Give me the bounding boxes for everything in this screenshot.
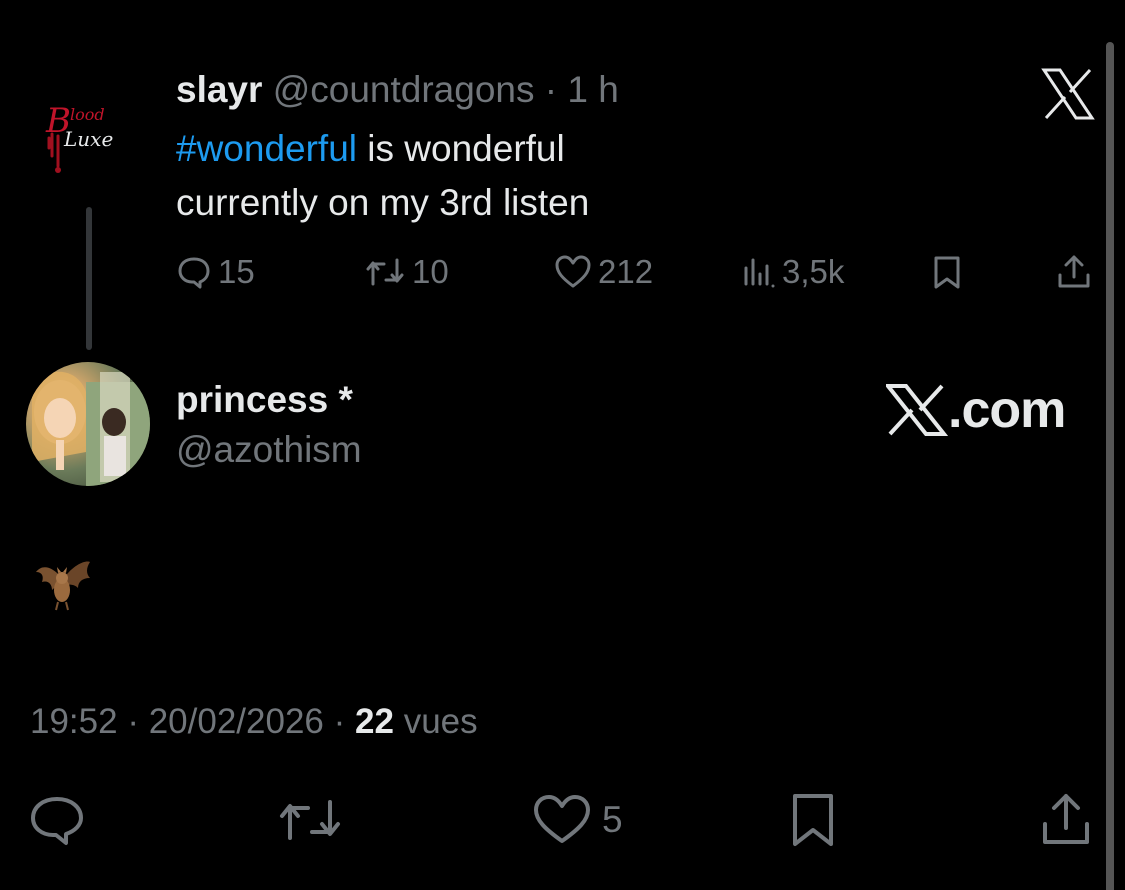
- bookmark-metric[interactable]: [930, 250, 964, 294]
- reply-button[interactable]: [28, 790, 86, 850]
- bookmark-button[interactable]: [788, 790, 838, 850]
- views-metric[interactable]: 3,5k: [742, 250, 844, 294]
- like-count: 5: [602, 799, 623, 840]
- reply-icon: [31, 797, 83, 845]
- bookmark-icon: [793, 794, 833, 846]
- x-logo-large-icon: [886, 384, 948, 436]
- repost-button[interactable]: [276, 790, 344, 850]
- timestamp-separator-1: ·: [127, 702, 139, 741]
- share-button[interactable]: [1040, 790, 1092, 850]
- parent-text-line2: currently on my 3rd listen: [176, 182, 590, 223]
- parent-display-name[interactable]: slayr: [176, 69, 262, 110]
- reply-metric[interactable]: 15: [176, 250, 255, 294]
- heart-icon: [534, 795, 590, 843]
- reply-handle[interactable]: @azothism: [176, 428, 362, 472]
- analytics-icon: [744, 258, 775, 288]
- svg-text:lood: lood: [70, 105, 105, 124]
- timestamp-date[interactable]: 20/02/2026: [149, 702, 324, 741]
- views-count: 3,5k: [782, 253, 845, 290]
- repost-icon: [280, 800, 340, 840]
- parent-tweet-header: slayr @countdragons · 1 h: [176, 68, 619, 112]
- scrollbar[interactable]: [1106, 42, 1114, 890]
- parent-separator: ·: [544, 69, 558, 110]
- views-label: vues: [403, 702, 478, 741]
- repost-count: 10: [412, 253, 449, 290]
- views-count-value[interactable]: 22: [355, 702, 394, 741]
- x-com-text: .com: [948, 381, 1066, 439]
- reply-actions-row: 5: [0, 790, 1125, 850]
- x-logo-icon: [1040, 68, 1096, 120]
- reply-display-name[interactable]: princess *: [176, 378, 353, 422]
- thread-connector-line: [86, 207, 92, 350]
- parent-metrics-row: 15 10 212 3,5k: [176, 250, 1096, 294]
- bat-emoji-icon: [34, 556, 92, 614]
- share-icon: [1058, 255, 1090, 288]
- timestamp-time[interactable]: 19:52: [30, 702, 118, 741]
- parent-handle[interactable]: @countdragons: [273, 69, 535, 110]
- like-count: 212: [598, 253, 654, 290]
- repost-icon: [366, 258, 404, 286]
- parent-text-line1: is wonderful: [357, 128, 565, 169]
- parent-time[interactable]: 1 h: [567, 69, 618, 110]
- x-com-watermark: .com: [886, 380, 1066, 440]
- like-button[interactable]: 5: [532, 790, 623, 850]
- svg-text:Luxe: Luxe: [63, 127, 113, 151]
- reply-count: 15: [218, 253, 255, 290]
- blood-luxe-logo-icon[interactable]: B lood Luxe: [40, 96, 140, 182]
- repost-metric[interactable]: 10: [364, 250, 449, 294]
- parent-tweet-text: #wonderful is wonderful currently on my …: [176, 122, 876, 230]
- hashtag-link[interactable]: #wonderful: [176, 128, 357, 169]
- share-icon: [1043, 794, 1089, 844]
- timestamp-separator-2: ·: [333, 702, 346, 741]
- tweet-timestamp-line: 19:52 · 20/02/2026 · 22 vues: [30, 700, 478, 744]
- bookmark-icon: [934, 256, 960, 289]
- reply-icon: [178, 257, 210, 289]
- profile-photo-avatar[interactable]: [26, 362, 150, 486]
- like-metric[interactable]: 212: [554, 250, 653, 294]
- heart-icon: [555, 255, 591, 288]
- share-metric[interactable]: [1056, 250, 1092, 294]
